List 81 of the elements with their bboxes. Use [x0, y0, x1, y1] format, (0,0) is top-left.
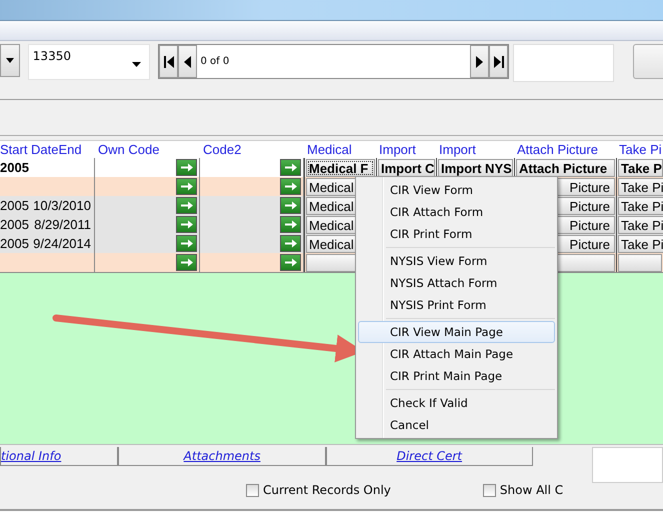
- menu-item[interactable]: CIR Print Main Page: [358, 365, 555, 387]
- tab[interactable]: Attachments: [118, 447, 326, 466]
- menu-item[interactable]: CIR View Main Page: [358, 321, 555, 343]
- cell-button[interactable]: Take Pi: [618, 178, 663, 196]
- column-header[interactable]: DateEnd: [28, 141, 95, 158]
- column-header[interactable]: Code2: [200, 141, 304, 158]
- arrow-icon: [284, 238, 298, 249]
- cell-button[interactable]: Import NYS: [438, 159, 513, 177]
- go-button[interactable]: [280, 235, 301, 252]
- arrow-icon: [180, 181, 194, 192]
- arrow-icon: [180, 257, 194, 268]
- arrow-icon: [180, 200, 194, 211]
- previous-button[interactable]: [178, 45, 198, 78]
- arrow-icon: [180, 238, 194, 249]
- last-button[interactable]: [489, 45, 508, 78]
- table-cell-text: 2005: [0, 159, 28, 177]
- column-header[interactable]: Import: [436, 141, 514, 158]
- record-position: 0 of 0: [199, 55, 230, 69]
- menu-item[interactable]: CIR Attach Main Page: [358, 343, 555, 365]
- text-field[interactable]: [513, 44, 614, 82]
- go-button[interactable]: [176, 178, 197, 195]
- table-cell-text: 2005: [0, 197, 28, 215]
- next-button[interactable]: [470, 45, 490, 78]
- cell-button[interactable]: Medical F: [306, 159, 375, 177]
- table-cell-text: 2005: [0, 216, 28, 234]
- go-button[interactable]: [280, 197, 301, 214]
- cell-button[interactable]: [618, 254, 662, 272]
- go-button[interactable]: [176, 216, 197, 233]
- menu-item[interactable]: Check If Valid: [358, 392, 555, 414]
- cell-button[interactable]: Take Pi: [618, 197, 663, 215]
- menu-item[interactable]: Cancel: [358, 414, 555, 436]
- arrow-icon: [180, 219, 194, 230]
- column-header[interactable]: Attach Picture: [514, 141, 616, 158]
- menu-item[interactable]: NYSIS Print Form: [358, 294, 555, 316]
- combo-box[interactable]: 13350: [28, 44, 150, 80]
- menu-item[interactable]: NYSIS Attach Form: [358, 272, 555, 294]
- checkbox[interactable]: [246, 484, 259, 496]
- column-header[interactable]: Medical: [304, 141, 376, 158]
- go-button[interactable]: [280, 159, 301, 176]
- table-row[interactable]: 2005 Medical F Import C Import NYS Attach Picture Take P: [0, 158, 663, 177]
- column-header[interactable]: Own Code: [95, 141, 200, 158]
- first-button[interactable]: [159, 45, 178, 78]
- tab-link[interactable]: Direct Cert: [396, 449, 462, 463]
- go-button[interactable]: [280, 216, 301, 233]
- checkbox-label: Show All C: [500, 483, 564, 497]
- go-button[interactable]: [176, 254, 197, 271]
- checkbox-label: Current Records Only: [263, 483, 391, 497]
- arrow-icon: [180, 162, 194, 173]
- next-icon: [476, 56, 484, 68]
- arrow-icon: [284, 219, 298, 230]
- cell-button[interactable]: Attach Picture: [516, 159, 615, 177]
- last-icon: [494, 56, 504, 68]
- caret-icon: [6, 58, 14, 63]
- go-button[interactable]: [176, 235, 197, 252]
- cell-button[interactable]: Take Pi: [618, 216, 663, 234]
- menu-item[interactable]: NYSIS View Form: [358, 250, 555, 272]
- cell-button[interactable]: Take P: [618, 159, 663, 177]
- table-cell-text: 2005: [0, 235, 28, 253]
- column-header[interactable]: Start: [0, 141, 28, 158]
- go-button[interactable]: [176, 197, 197, 214]
- arrow-icon: [284, 257, 298, 268]
- go-button[interactable]: [280, 178, 301, 195]
- cell-button[interactable]: Take Pi: [618, 235, 663, 253]
- tab-link[interactable]: tional Info: [1, 449, 62, 463]
- tab[interactable]: Direct Cert: [326, 447, 533, 466]
- go-button[interactable]: [176, 159, 197, 176]
- tab-link[interactable]: Attachments: [184, 449, 260, 463]
- tab[interactable]: tional Info: [0, 447, 118, 466]
- caret-icon: [132, 62, 142, 67]
- first-icon: [164, 56, 174, 68]
- go-button[interactable]: [280, 254, 301, 271]
- cell-button[interactable]: Import C: [378, 159, 436, 177]
- text-field[interactable]: [592, 447, 663, 483]
- previous-icon: [184, 56, 192, 68]
- column-header[interactable]: Import: [376, 141, 436, 158]
- checkbox[interactable]: [482, 484, 496, 496]
- arrow-icon: [284, 200, 298, 211]
- arrow-icon: [284, 181, 298, 192]
- arrow-icon: [284, 162, 298, 173]
- column-header[interactable]: Take Pi: [616, 141, 663, 158]
- dropdown-button[interactable]: [0, 44, 20, 77]
